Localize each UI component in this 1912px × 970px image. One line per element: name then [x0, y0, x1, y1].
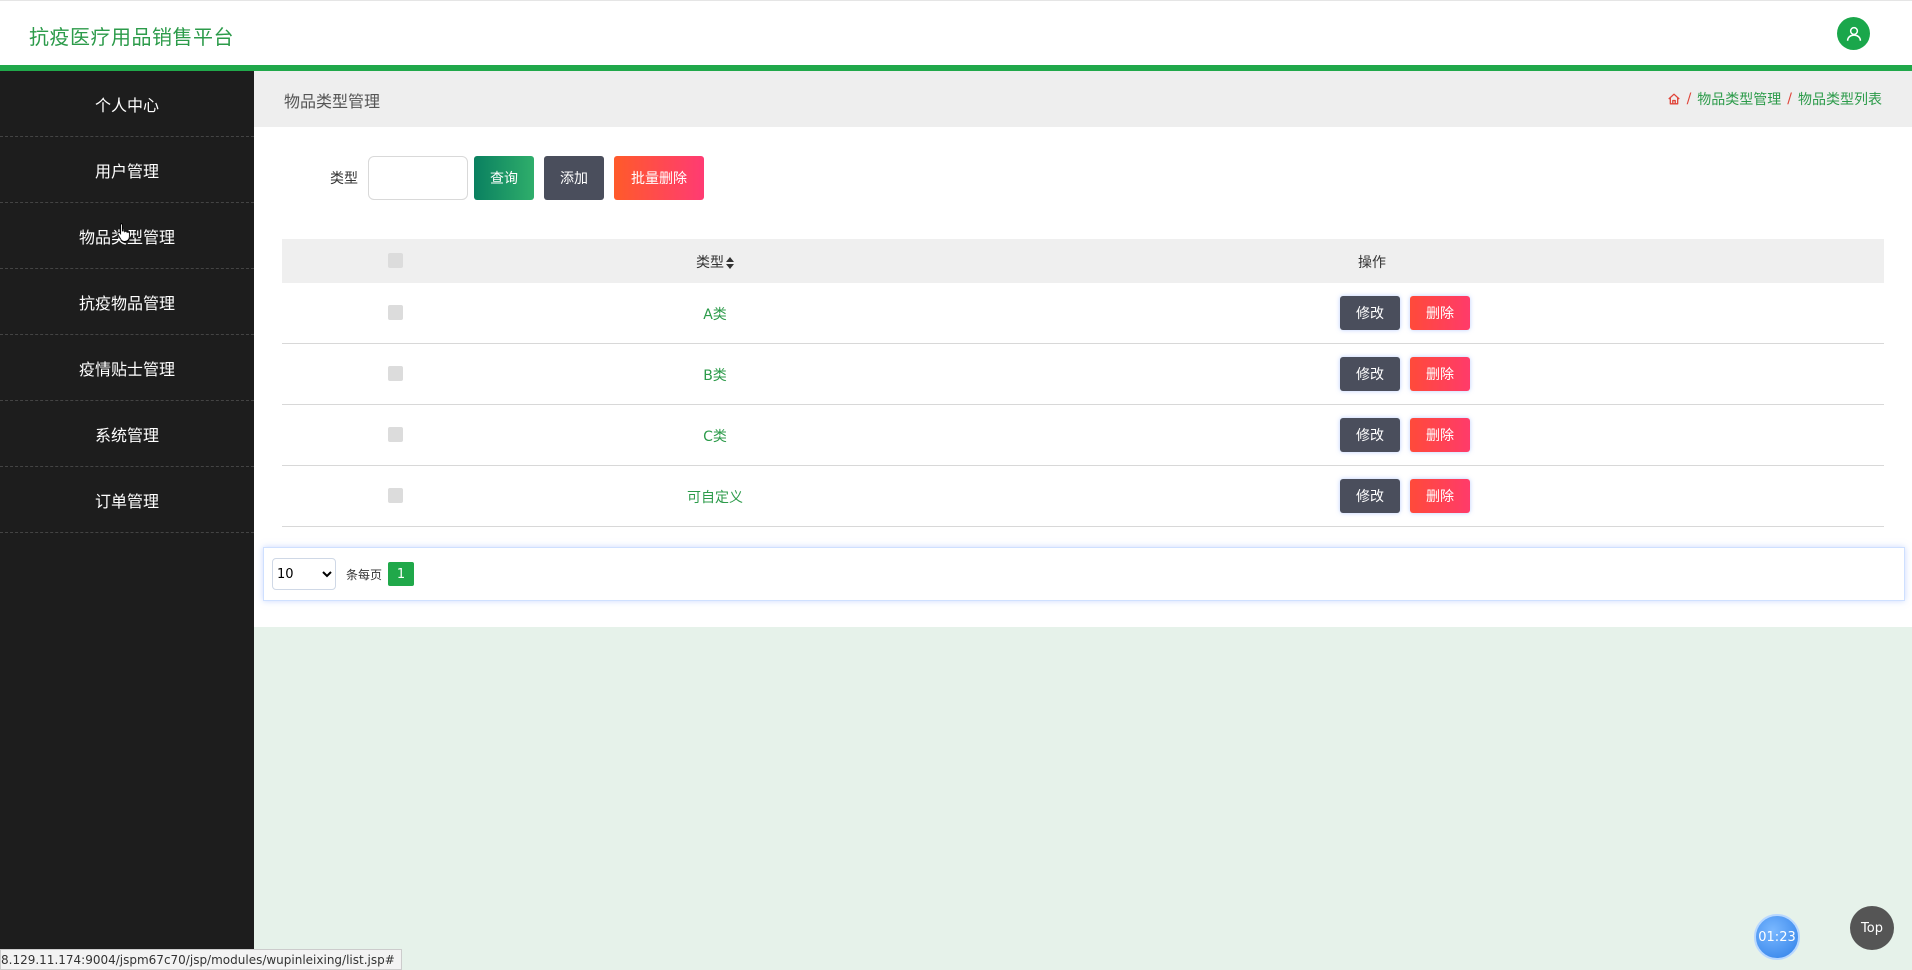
type-cell: C类 [703, 429, 727, 445]
home-icon[interactable] [1667, 92, 1681, 106]
type-search-input[interactable] [368, 156, 468, 200]
item-type-table: 类型 操作 A类 修改 删除 B类 修改 删除 C类 修改 删除 可自定义 修改… [282, 239, 1884, 527]
delete-button[interactable]: 删除 [1410, 296, 1470, 330]
table-row: B类 修改 删除 [282, 344, 1884, 405]
row-actions: 修改 删除 [1340, 296, 1470, 330]
row-actions: 修改 删除 [1340, 418, 1470, 452]
table-row: A类 修改 删除 [282, 283, 1884, 344]
hand-cursor-icon [117, 223, 130, 242]
sidebar-item-label: 订单管理 [94, 491, 159, 511]
app-title: 抗疫医疗用品销售平台 [29, 25, 234, 49]
type-cell: B类 [703, 368, 727, 384]
breadcrumb-separator: / [1686, 91, 1692, 107]
back-to-top-button[interactable]: Top [1850, 906, 1894, 950]
type-cell: A类 [703, 307, 727, 323]
type-column-header[interactable]: 类型 [587, 252, 843, 272]
sidebar-item-personal-center[interactable]: 个人中心 [0, 71, 254, 137]
top-header: 抗疫医疗用品销售平台 [0, 0, 1912, 65]
delete-button[interactable]: 删除 [1410, 418, 1470, 452]
breadcrumb-item[interactable]: 物品类型管理 [1697, 89, 1781, 109]
timer-badge[interactable]: 01:23 [1754, 914, 1800, 960]
type-label: 类型 [330, 171, 358, 187]
sort-icon[interactable] [726, 257, 734, 269]
sidebar-item-system-management[interactable]: 系统管理 [0, 401, 254, 467]
sidebar-item-order-management[interactable]: 订单管理 [0, 467, 254, 533]
user-icon [1846, 26, 1861, 41]
page-header: 物品类型管理 / 物品类型管理 / 物品类型列表 [254, 71, 1912, 127]
user-avatar[interactable] [1837, 17, 1870, 50]
query-button[interactable]: 查询 [474, 156, 534, 200]
sidebar-item-label: 个人中心 [94, 95, 159, 115]
delete-button[interactable]: 删除 [1410, 479, 1470, 513]
page-title: 物品类型管理 [284, 92, 381, 111]
row-actions: 修改 删除 [1340, 357, 1470, 391]
breadcrumb-separator: / [1787, 91, 1792, 107]
sidebar-item-label: 抗疫物品管理 [78, 293, 175, 313]
table-header: 类型 操作 [282, 239, 1884, 283]
table-row: 可自定义 修改 删除 [282, 466, 1884, 527]
type-cell: 可自定义 [687, 490, 743, 506]
sidebar-item-epidemic-tips-management[interactable]: 疫情贴士管理 [0, 335, 254, 401]
per-page-label: 条每页 [346, 567, 383, 582]
sidebar-item-label: 用户管理 [94, 161, 159, 181]
sidebar-item-label: 疫情贴士管理 [78, 359, 175, 379]
ops-column-header: 操作 [1358, 255, 1386, 271]
sidebar-item-user-management[interactable]: 用户管理 [0, 137, 254, 203]
edit-button[interactable]: 修改 [1340, 357, 1400, 391]
breadcrumb-item[interactable]: 物品类型列表 [1798, 89, 1882, 109]
row-checkbox[interactable] [388, 427, 403, 442]
edit-button[interactable]: 修改 [1340, 479, 1400, 513]
select-all-checkbox[interactable] [388, 253, 403, 268]
status-bar-url: 8.129.11.174:9004/jspm67c70/jsp/modules/… [0, 949, 402, 970]
row-actions: 修改 删除 [1340, 479, 1470, 513]
sidebar-item-epidemic-goods-management[interactable]: 抗疫物品管理 [0, 269, 254, 335]
edit-button[interactable]: 修改 [1340, 296, 1400, 330]
table-row: C类 修改 删除 [282, 405, 1884, 466]
delete-button[interactable]: 删除 [1410, 357, 1470, 391]
row-checkbox[interactable] [388, 305, 403, 320]
pagination-bar: 10 条每页 1 [263, 547, 1905, 601]
type-header-label: 类型 [696, 255, 724, 271]
edit-button[interactable]: 修改 [1340, 418, 1400, 452]
page-size-select[interactable]: 10 [272, 558, 336, 590]
add-button[interactable]: 添加 [544, 156, 604, 200]
breadcrumb: / 物品类型管理 / 物品类型列表 [1667, 89, 1882, 109]
row-checkbox[interactable] [388, 366, 403, 381]
sidebar: 个人中心 用户管理 物品类型管理 抗疫物品管理 疫情贴士管理 系统管理 订单管理 [0, 71, 254, 970]
batch-delete-button[interactable]: 批量删除 [614, 156, 704, 200]
page-number-button[interactable]: 1 [388, 562, 415, 586]
row-checkbox[interactable] [388, 488, 403, 503]
sidebar-item-label: 系统管理 [94, 425, 159, 445]
search-bar: 类型 查询 添加 批量删除 [330, 156, 714, 200]
main-content: 物品类型管理 / 物品类型管理 / 物品类型列表 类型 查询 添加 批量删除 类… [254, 71, 1912, 970]
